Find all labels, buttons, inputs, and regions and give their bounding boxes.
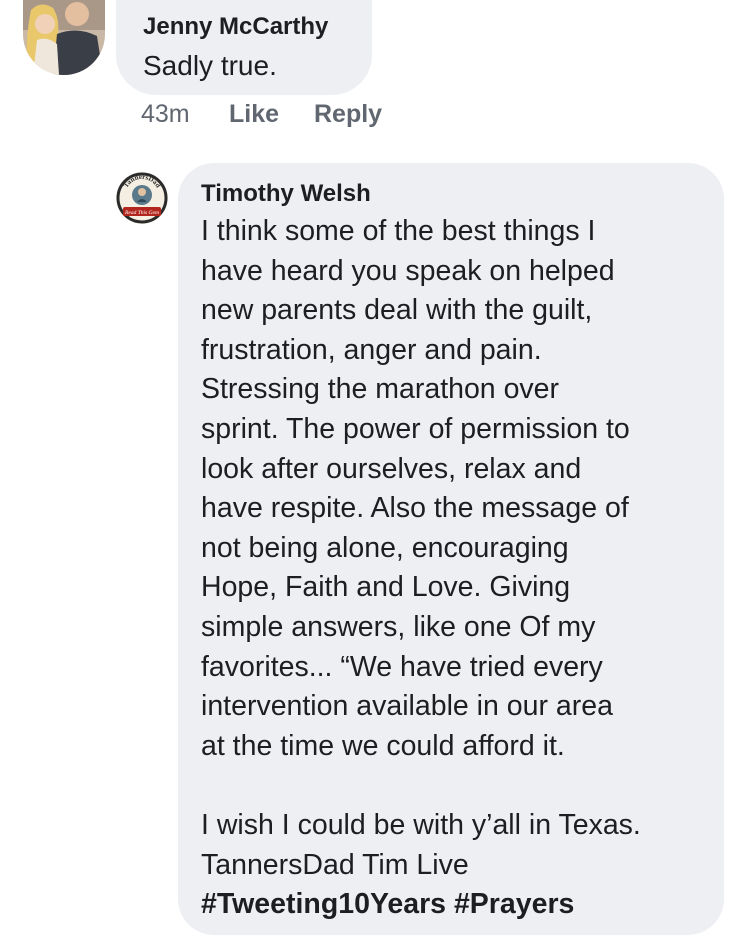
hashtags-link[interactable]: #Tweeting10Years #Prayers [201,885,710,925]
tannersdad-avatar[interactable]: TannersDad Read This Gem [116,172,168,224]
comment-line: Stressing the marathon over [201,373,560,406]
comment-line: frustration, anger and pain. [201,333,542,366]
comment-text: Sadly true. [143,50,277,81]
comment-line: Hope, Faith and Love. Giving [201,571,571,604]
reply-button[interactable]: Reply [314,100,382,129]
comment-text: I think some of the best things I have h… [201,212,710,925]
like-button[interactable]: Like [229,100,279,129]
comment-line: intervention available in our area [201,690,613,723]
comment-bubble: Timothy Welsh I think some of the best t… [178,163,724,935]
comment-bubble: Jenny McCarthy Sadly true. [116,0,372,95]
comment-line: have respite. Also the message of [201,492,629,525]
comment-author[interactable]: Jenny McCarthy [143,12,372,42]
comment-line-blank [201,766,710,806]
comment-line: TannersDad Tim Live [201,848,469,881]
comment-line: have heard you speak on helped [201,254,615,287]
comment-line: favorites... “We have tried every [201,650,603,683]
comment-timestamp[interactable]: 43m [141,100,190,129]
comment-actions: 43m Like Reply [141,100,401,132]
comment-author[interactable]: Timothy Welsh [201,179,710,209]
comment-line: sprint. The power of permission to [201,412,630,445]
comment-line: I think some of the best things I [201,215,596,247]
jenny-avatar[interactable] [23,0,105,75]
comment-line: simple answers, like one Of my [201,610,596,643]
comment-line: I wish I could be with y’all in Texas. [201,808,641,841]
comment-line: look after ourselves, relax and [201,452,582,485]
avatar-badge-bottom-text: Read This Gem [124,210,159,216]
comment-line: not being alone, encouraging [201,531,569,564]
comment-line: new parents deal with the guilt, [201,294,593,327]
comment-line: at the time we could afford it. [201,729,565,762]
